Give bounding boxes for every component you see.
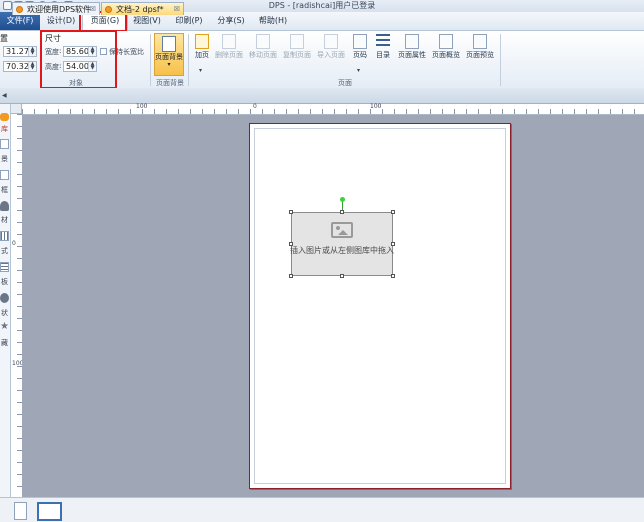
- left-item-shape[interactable]: 状: [0, 308, 9, 318]
- page-background-group-label: 页面背景: [156, 79, 184, 87]
- menu-share[interactable]: 分享(S): [210, 12, 252, 30]
- ruler-corner: [11, 104, 22, 114]
- page-thumbnail[interactable]: [37, 502, 62, 521]
- page-margin-guide: [254, 128, 506, 484]
- position-x-value: 31.27: [6, 47, 29, 56]
- rotate-handle[interactable]: [340, 197, 345, 202]
- page-background-button[interactable]: 页面背景 ▾: [154, 33, 184, 76]
- document-tab-bar: [0, 88, 644, 104]
- resize-handle[interactable]: [340, 210, 344, 214]
- page-preview-button[interactable]: 页面预览: [465, 34, 495, 68]
- left-item-frame[interactable]: 框: [0, 185, 9, 195]
- image-icon: [331, 222, 353, 238]
- tab-welcome-label: 欢迎使用DPS软件: [27, 5, 92, 14]
- style-icon[interactable]: [0, 231, 9, 241]
- left-item-favorite[interactable]: 藏: [0, 338, 9, 348]
- delete-page-label: 删除页面: [215, 51, 243, 59]
- copy-page-label: 复制页面: [283, 51, 311, 59]
- page-properties-button[interactable]: 页面属性: [397, 34, 427, 68]
- toc-button[interactable]: 目录: [368, 34, 398, 68]
- page-preview-icon: [473, 34, 487, 49]
- dropdown-icon: ▾: [357, 67, 361, 74]
- toc-icon: [376, 34, 390, 49]
- position-y-value: 70.32: [6, 62, 29, 71]
- position-label: 置: [0, 34, 8, 43]
- tab-welcome[interactable]: 欢迎使用DPS软件 ☒: [12, 2, 100, 15]
- menu-help[interactable]: 帮助(H): [252, 12, 294, 30]
- ruler-label: 100: [136, 103, 148, 110]
- background-icon[interactable]: [0, 139, 9, 149]
- resize-handle[interactable]: [391, 210, 395, 214]
- page-list-icon[interactable]: [14, 502, 27, 520]
- shape-icon[interactable]: [0, 293, 9, 303]
- toc-label: 目录: [376, 51, 390, 59]
- resize-handle[interactable]: [289, 210, 293, 214]
- position-x-input[interactable]: 31.27 ▲ ▼: [3, 46, 37, 57]
- close-icon[interactable]: ☒: [174, 3, 180, 16]
- page-number-icon: [353, 34, 367, 49]
- import-page-label: 导入页面: [317, 51, 345, 59]
- move-page-label: 移动页面: [249, 51, 277, 59]
- page-properties-label: 页面属性: [398, 51, 426, 59]
- resize-handle[interactable]: [391, 274, 395, 278]
- ruler-label: 0: [12, 240, 16, 247]
- move-page-icon: [256, 34, 270, 49]
- document-page[interactable]: [249, 123, 511, 489]
- delete-page-icon: [222, 34, 236, 49]
- highlight-size-group: [40, 30, 117, 89]
- move-page-button[interactable]: 移动页面: [248, 34, 278, 68]
- dropdown-icon: ▾: [199, 67, 203, 74]
- import-page-icon: [324, 34, 338, 49]
- position-y-input[interactable]: 70.32 ▲ ▼: [3, 61, 37, 72]
- page-preview-label: 页面预览: [466, 51, 494, 59]
- page-group-label: 页面: [338, 79, 352, 87]
- tab-document[interactable]: 文档-2 dpsf* ☒: [101, 2, 184, 15]
- add-page-label: 加页: [195, 51, 209, 59]
- dropdown-icon: ▾: [167, 61, 171, 68]
- left-item-style[interactable]: 式: [0, 246, 9, 256]
- ruler-label: 0: [253, 103, 257, 110]
- resize-handle[interactable]: [289, 274, 293, 278]
- resize-handle[interactable]: [340, 274, 344, 278]
- spin-arrows-icon[interactable]: ▲ ▼: [28, 62, 36, 71]
- material-icon[interactable]: [0, 201, 9, 211]
- page-overview-label: 页面概览: [432, 51, 460, 59]
- resize-handle[interactable]: [391, 242, 395, 246]
- delete-page-button[interactable]: 删除页面: [214, 34, 244, 68]
- library-icon[interactable]: [0, 113, 9, 121]
- left-item-background[interactable]: 景: [0, 154, 9, 164]
- favorite-icon[interactable]: ★: [0, 322, 9, 332]
- add-page-icon: [195, 34, 209, 49]
- left-item-library[interactable]: 库: [0, 124, 9, 134]
- spin-arrows-icon[interactable]: ▲ ▼: [28, 47, 36, 56]
- copy-page-icon: [290, 34, 304, 49]
- separator: [500, 34, 501, 86]
- ruler-ticks: [22, 109, 644, 114]
- new-file-icon[interactable]: [3, 1, 12, 10]
- left-item-template[interactable]: 板: [0, 277, 9, 287]
- page-overview-button[interactable]: 页面概览: [431, 34, 461, 68]
- page-properties-icon: [405, 34, 419, 49]
- import-page-button[interactable]: 导入页面: [316, 34, 346, 68]
- close-icon[interactable]: ☒: [90, 3, 96, 16]
- image-placeholder-frame[interactable]: 插入图片或从左侧图库中拖入: [290, 212, 394, 276]
- frame-icon[interactable]: [0, 170, 9, 180]
- document-icon: [16, 6, 23, 13]
- left-item-material[interactable]: 材: [0, 215, 9, 225]
- add-page-button[interactable]: 加页: [187, 34, 217, 68]
- horizontal-ruler[interactable]: 100 0 100: [22, 103, 644, 115]
- tab-document-label: 文档-2 dpsf*: [116, 5, 164, 14]
- copy-page-button[interactable]: 复制页面: [282, 34, 312, 68]
- page-overview-icon: [439, 34, 453, 49]
- resize-handle[interactable]: [289, 242, 293, 246]
- template-icon[interactable]: [0, 262, 9, 272]
- document-icon: [105, 6, 112, 13]
- placeholder-text: 插入图片或从左侧图库中拖入: [290, 246, 394, 255]
- tab-scroll-left-icon[interactable]: ◀: [2, 92, 7, 99]
- page-background-icon: [162, 36, 176, 52]
- page-thumbnail-bar: [0, 497, 644, 522]
- ruler-label: 100: [370, 103, 382, 110]
